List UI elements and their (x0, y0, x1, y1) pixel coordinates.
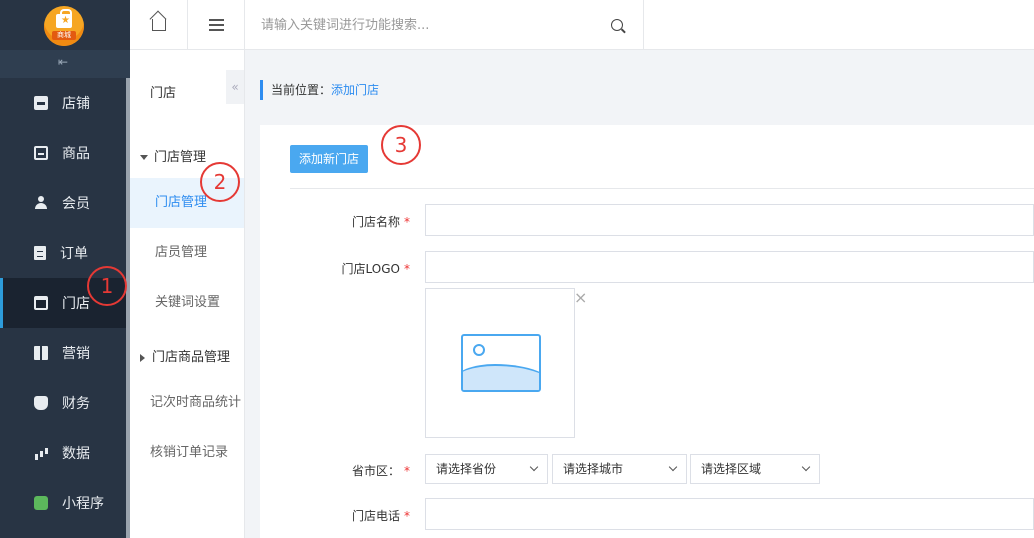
goods-icon (34, 146, 48, 160)
breadcrumb-current[interactable]: 添加门店 (331, 83, 379, 97)
sidebar-item-label: 数据 (62, 446, 90, 462)
search-input[interactable] (261, 15, 601, 35)
sub-sidebar-title: 门店 (150, 86, 177, 101)
breadcrumb: 当前位置：添加门店 (260, 80, 379, 100)
order-icon (34, 246, 46, 260)
sidebar-item-label: 小程序 (62, 496, 104, 512)
sidebar-item-shop[interactable]: 店铺 (0, 78, 126, 128)
remove-image-icon[interactable]: × (574, 290, 587, 306)
home-icon (152, 19, 166, 31)
sidebar-item-data[interactable]: 数据 (0, 428, 126, 478)
chevron-down-icon (801, 462, 811, 472)
top-bar (245, 0, 1034, 50)
caret-right-icon (140, 353, 145, 362)
logo-upload-box[interactable] (425, 288, 575, 438)
collapse-icon: ⇤ (58, 55, 69, 69)
menu-toggle-button[interactable] (188, 0, 245, 50)
user-icon (34, 196, 48, 210)
shopping-bag-icon: ★ (56, 9, 72, 28)
store-phone-label: 门店电话 * (351, 509, 410, 523)
sidebar-item-label: 店铺 (62, 96, 90, 112)
subnav-group-store-goods[interactable]: 门店商品管理 (140, 346, 230, 365)
district-select-value: 请选择区域 (701, 462, 762, 476)
caret-down-icon (140, 155, 148, 160)
required-mark: * (404, 509, 410, 523)
sidebar-item-label: 商品 (62, 146, 90, 162)
subnav-item-count-goods-stats[interactable]: 记次时商品统计 (130, 378, 244, 428)
search-icon[interactable] (611, 19, 623, 31)
chevron-down-icon (668, 462, 678, 472)
city-select[interactable]: 请选择城市 (552, 454, 687, 484)
chevron-down-icon (529, 462, 539, 472)
divider (290, 188, 1034, 189)
province-select-value: 请选择省份 (436, 462, 497, 476)
sidebar-item-label: 营销 (62, 346, 90, 362)
sub-sidebar: 门店 « 门店管理 门店管理 店员管理 关键词设置 门店商品管理 记次时商品统计… (130, 0, 245, 538)
sidebar-collapse-button[interactable]: ⇤ (0, 50, 130, 78)
store-name-input[interactable] (425, 204, 1034, 236)
store-name-label: 门店名称 * (351, 215, 410, 229)
district-select[interactable]: 请选择区域 (690, 454, 820, 484)
home-button[interactable] (130, 0, 188, 50)
sidebar-item-goods[interactable]: 商品 (0, 128, 126, 178)
shop-logo[interactable]: ★ 商城 (44, 6, 84, 46)
sidebar-item-label: 财务 (62, 396, 90, 412)
store-logo-input[interactable] (425, 251, 1034, 283)
sidebar-item-label: 门店 (62, 296, 90, 312)
city-select-value: 请选择城市 (563, 462, 624, 476)
annotation-circle-3: 3 (381, 125, 421, 165)
subnav-group-label: 门店管理 (154, 150, 207, 165)
shop-icon (34, 96, 48, 110)
logo-area: ★ 商城 (0, 0, 130, 50)
required-mark: * (404, 464, 410, 478)
breadcrumb-prefix: 当前位置： (271, 83, 332, 97)
sidebar-item-label: 订单 (60, 246, 88, 262)
mini-program-icon (34, 496, 48, 510)
sidebar-item-member[interactable]: 会员 (0, 178, 126, 228)
fold-sub-sidebar-button[interactable]: « (226, 70, 244, 104)
image-placeholder-icon (461, 334, 541, 392)
store-icon (34, 296, 48, 310)
region-label: 省市区： * (351, 464, 410, 478)
sidebar-item-label: 会员 (62, 196, 90, 212)
subnav-group-store-management[interactable]: 门店管理 (140, 146, 206, 165)
sidebar-item-finance[interactable]: 财务 (0, 378, 126, 428)
search-box (245, 0, 644, 50)
subnav-group-label: 门店商品管理 (152, 350, 231, 365)
subnav-item-verification-orders[interactable]: 核销订单记录 (130, 428, 244, 478)
add-new-store-button[interactable]: 添加新门店 (290, 145, 368, 173)
sidebar-item-mini-program[interactable]: 小程序 (0, 478, 126, 528)
required-mark: * (404, 215, 410, 229)
annotation-circle-1: 1 (87, 266, 127, 306)
sidebar-item-marketing[interactable]: 营销 (0, 328, 126, 378)
gift-icon (34, 346, 48, 360)
store-phone-input[interactable] (425, 498, 1034, 530)
bar-chart-icon (34, 446, 48, 460)
subnav-item-keyword-settings[interactable]: 关键词设置 (130, 278, 244, 328)
required-mark: * (404, 262, 410, 276)
subnav-item-staff-management[interactable]: 店员管理 (130, 228, 244, 278)
form-panel: 添加新门店 门店名称 * 门店LOGO * × 省市区： * 请选择省份 请选择城市 … (260, 125, 1034, 538)
annotation-circle-2: 2 (200, 162, 240, 202)
province-select[interactable]: 请选择省份 (425, 454, 548, 484)
store-logo-label: 门店LOGO * (341, 262, 410, 276)
hamburger-icon (209, 19, 224, 21)
app-root: ★ 商城 ⇤ 店铺 商品 会员 订单 门店 营销 财务 数据 小程序 门店 « … (0, 0, 1034, 538)
logo-text: 商城 (52, 31, 76, 40)
money-bag-icon (34, 396, 48, 410)
